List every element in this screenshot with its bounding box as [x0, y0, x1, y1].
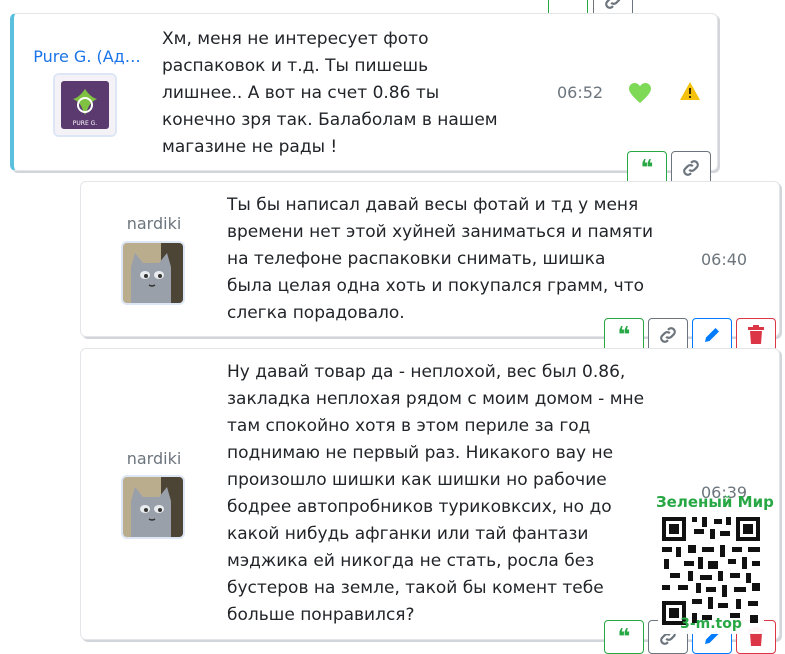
like-button[interactable] [628, 82, 652, 108]
heart-icon [629, 83, 651, 103]
edit-button[interactable] [692, 318, 732, 352]
link-button[interactable] [671, 151, 711, 185]
trash-icon [748, 325, 764, 344]
author-name[interactable]: nardiki [114, 214, 194, 233]
quote-button[interactable]: ❝ [604, 620, 644, 654]
avatar [123, 477, 183, 537]
quote-button[interactable]: ❝ [627, 151, 667, 185]
link-icon [605, 0, 621, 9]
avatar [123, 243, 183, 303]
message-time: 06:40 [701, 250, 748, 269]
link-icon [660, 327, 676, 343]
message-time: 06:52 [557, 83, 604, 102]
author-name[interactable]: Pure G. (Ад… [26, 47, 148, 66]
watermark-url: 3-m.top [680, 616, 742, 632]
quote-button[interactable]: ❝ [604, 318, 644, 352]
delete-button[interactable] [736, 318, 776, 352]
warning-icon [680, 82, 700, 100]
link-button[interactable] [648, 318, 688, 352]
avatar: PURE G. [55, 75, 115, 135]
report-button[interactable] [679, 81, 701, 105]
message-text: Ну давай товар да - неплохой, вес был 0.… [227, 362, 645, 625]
watermark-title: Зеленый Мир [656, 493, 774, 511]
watermark: Зеленый Мир 3-m.top [656, 493, 774, 634]
avatar-caption: PURE G. [73, 120, 98, 127]
message-text: Хм, меня не интересует фото распаковок и… [162, 29, 498, 157]
pencil-icon [705, 328, 719, 342]
author-name[interactable]: nardiki [114, 449, 194, 468]
message-text: Ты бы написал давай весы фотай и тд у ме… [227, 195, 654, 323]
link-icon [683, 160, 699, 176]
